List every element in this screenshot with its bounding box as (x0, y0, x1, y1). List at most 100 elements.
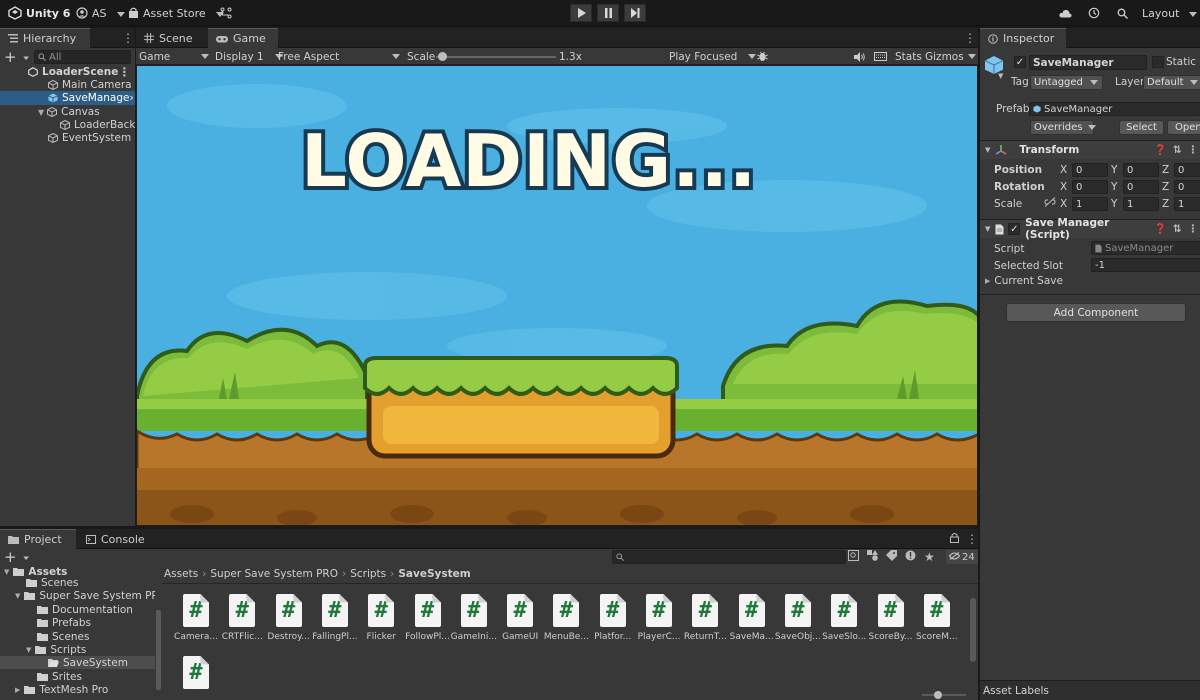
asset-script-item[interactable]: # MenuBe... (544, 594, 589, 642)
static-checkbox[interactable] (1152, 56, 1164, 68)
asset-script-item[interactable]: # SaveMa... (730, 594, 774, 642)
stats-button[interactable]: Stats (895, 48, 922, 65)
folder-documentation[interactable]: Documentation (0, 603, 155, 616)
display-dropdown[interactable]: Display 1 (215, 48, 273, 65)
asset-script-item[interactable]: # ScoreM... (915, 594, 959, 642)
asset-script-item[interactable]: # CRTFlic... (220, 594, 264, 642)
open-button[interactable]: Open (1167, 120, 1200, 135)
create-button[interactable]: + (4, 50, 31, 65)
chevron-down-icon[interactable]: ▼ (998, 72, 1003, 80)
folder-textmesh-pro[interactable]: ▶ TextMesh Pro (0, 683, 155, 696)
hierarchy-item-canvas[interactable]: ▼ Canvas (0, 105, 135, 119)
kebab-menu-icon[interactable]: ⋮ (122, 31, 134, 45)
lock-icon[interactable] (950, 532, 959, 546)
hierarchy-item-eventsystem[interactable]: EventSystem (0, 131, 135, 145)
game-view[interactable]: LOADING... (136, 65, 978, 526)
project-create-button[interactable]: + (4, 550, 31, 565)
log-filter-icon[interactable] (905, 550, 916, 564)
position-x-axis-label[interactable]: X (1060, 164, 1067, 176)
tab-scene[interactable]: Scene (136, 28, 204, 48)
hierarchy-item-main-camera[interactable]: Main Camera (0, 78, 135, 92)
asset-script-item[interactable]: # SaveSlo... (822, 594, 866, 642)
constrain-proportions-icon[interactable] (1044, 197, 1056, 210)
asset-labels-bar[interactable]: Asset Labels (980, 680, 1200, 700)
tab-inspector[interactable]: Inspector (980, 28, 1066, 48)
step-button[interactable] (624, 4, 646, 22)
asset-script-item[interactable]: # (174, 656, 218, 694)
position-y-axis-label[interactable]: Y (1111, 164, 1117, 176)
add-component-button[interactable]: Add Component (1006, 303, 1186, 322)
breadcrumb-item[interactable]: SaveSystem (398, 568, 470, 580)
folder-scenes[interactable]: Scenes (0, 576, 155, 589)
cloud-button[interactable] (1059, 4, 1072, 22)
object-name-field[interactable]: SaveManager (1029, 55, 1147, 70)
scale-z-field[interactable]: 1 (1174, 197, 1200, 211)
tree-scrollbar[interactable] (156, 610, 161, 690)
kebab-menu-icon[interactable]: ⋮ (1188, 223, 1199, 235)
asset-script-item[interactable]: # Platfor... (591, 594, 635, 642)
selected-slot-field[interactable]: -1 (1091, 258, 1200, 272)
asset-script-item[interactable]: # GameUI (498, 594, 542, 642)
aspect-dropdown[interactable]: Free Aspect (278, 48, 400, 65)
expand-arrow-icon[interactable]: ▼ (4, 568, 9, 576)
bug-icon[interactable] (757, 48, 768, 65)
tab-console[interactable]: Console (78, 529, 148, 549)
kebab-menu-icon[interactable]: ⋮ (966, 532, 978, 546)
play-button[interactable] (570, 4, 592, 22)
folder-scenes-2[interactable]: Scenes (0, 630, 155, 643)
scale-slider-thumb[interactable] (438, 52, 447, 61)
label-tag-icon[interactable] (886, 550, 897, 564)
asset-script-item[interactable]: # Camera... (174, 594, 218, 642)
rotation-y-field[interactable]: 0 (1123, 180, 1159, 194)
folder-srites[interactable]: Srites (0, 670, 155, 683)
project-search-input[interactable] (612, 550, 846, 564)
expand-arrow-icon[interactable]: ▶ (985, 277, 990, 285)
current-save-foldout[interactable]: ▶ Current Save (985, 275, 1063, 287)
preset-sliders-icon[interactable]: ⇅ (1173, 223, 1182, 235)
asset-script-item[interactable]: # GameIni... (451, 594, 497, 642)
scale-slider[interactable] (436, 52, 556, 61)
rotation-x-field[interactable]: 0 (1072, 180, 1108, 194)
active-checkbox[interactable]: ✓ (1014, 56, 1026, 68)
asset-script-item[interactable]: # PlayerC... (637, 594, 681, 642)
scale-y-field[interactable]: 1 (1123, 197, 1159, 211)
kebab-menu-icon[interactable]: ⋮ (964, 31, 976, 45)
rotation-z-axis-label[interactable]: Z (1162, 181, 1169, 193)
collapse-arrow-icon[interactable]: ▶ (15, 686, 20, 694)
keyboard-shortcuts-icon[interactable] (874, 48, 887, 65)
asset-script-item[interactable]: # Flicker (359, 594, 403, 642)
transform-header[interactable]: ▼ Transform ❓ ⇅ ⋮ (980, 140, 1200, 159)
expand-arrow-icon[interactable]: ▼ (15, 592, 20, 600)
overrides-dropdown[interactable]: Overrides (1030, 120, 1094, 135)
chevron-right-icon[interactable]: › (129, 92, 133, 104)
prefab-field[interactable]: SaveManager (1029, 102, 1200, 116)
rotation-x-axis-label[interactable]: X (1060, 181, 1067, 193)
account-button[interactable]: AS (76, 4, 125, 22)
expand-arrow-icon[interactable]: ▼ (38, 108, 44, 117)
favorite-star-icon[interactable]: ★ (924, 550, 935, 564)
icon-size-slider-thumb[interactable] (934, 691, 942, 699)
hierarchy-item-loaderscene[interactable]: LoaderScene ⋮ (0, 65, 135, 79)
folder-savesystem[interactable]: SaveSystem (0, 656, 155, 669)
component-enabled-checkbox[interactable]: ✓ (1008, 223, 1021, 235)
rotation-z-field[interactable]: 0 (1174, 180, 1200, 194)
asset-script-item[interactable]: # ReturnT... (683, 594, 727, 642)
asset-store-button[interactable]: Asset Store (128, 4, 224, 22)
asset-script-item[interactable]: # FollowPl... (405, 594, 450, 642)
expand-arrow-icon[interactable]: ▼ (26, 646, 31, 654)
position-z-field[interactable]: 0 (1174, 163, 1200, 177)
hidden-packages-toggle[interactable]: 24 (946, 550, 978, 564)
unity-menu-button[interactable]: Unity 6 (8, 4, 70, 22)
icon-size-slider[interactable] (922, 691, 966, 699)
scale-z-axis-label[interactable]: Z (1162, 198, 1169, 210)
folder-prefabs[interactable]: Prefabs (0, 616, 155, 629)
position-z-axis-label[interactable]: Z (1162, 164, 1169, 176)
kebab-menu-icon[interactable]: ⋮ (118, 65, 130, 79)
position-y-field[interactable]: 0 (1123, 163, 1159, 177)
folder-super-save-system-pro[interactable]: ▼ Super Save System PRO (0, 589, 155, 602)
help-icon[interactable]: ❓ (1154, 224, 1166, 235)
game-view-select[interactable]: Game (139, 48, 209, 65)
scale-x-field[interactable]: 1 (1072, 197, 1108, 211)
breadcrumb-item[interactable]: Super Save System PRO (210, 568, 338, 580)
preset-sliders-icon[interactable]: ⇅ (1173, 144, 1182, 156)
